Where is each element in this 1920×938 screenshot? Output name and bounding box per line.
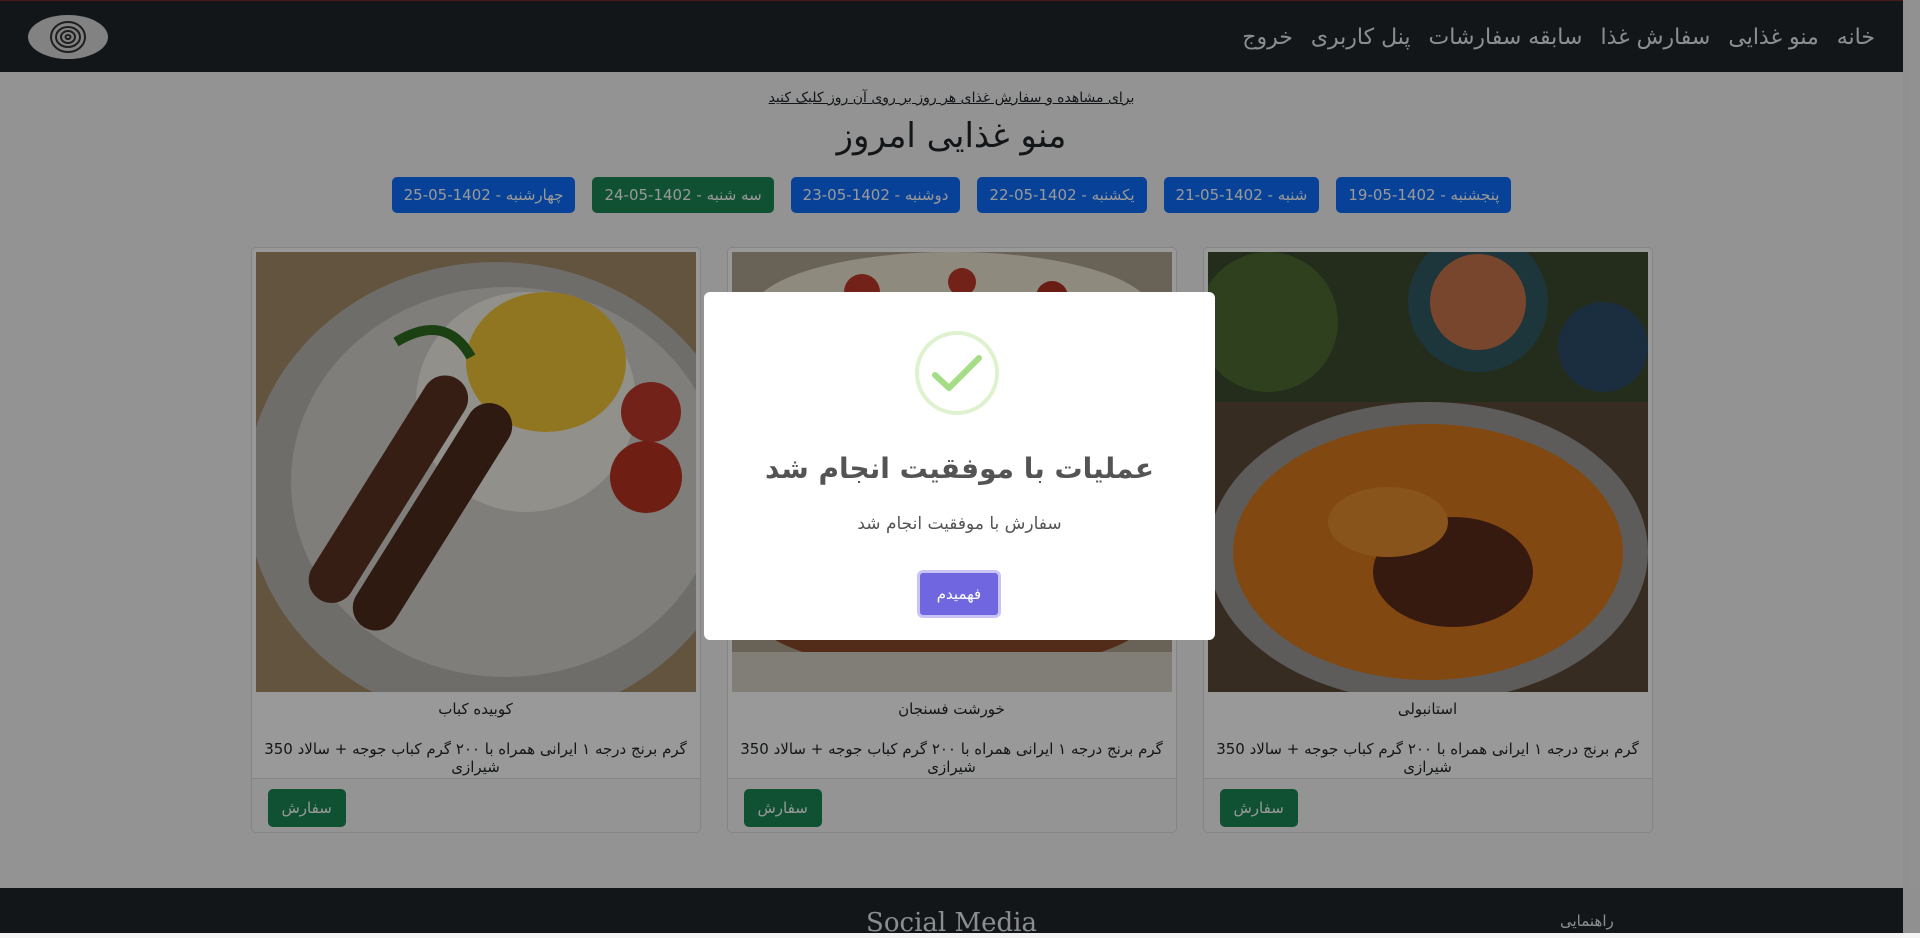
success-check-icon	[915, 331, 999, 415]
confirm-button[interactable]: فهمیدم	[917, 570, 1001, 618]
success-dialog: عملیات با موفقیت انجام شد سفارش با موفقی…	[704, 292, 1215, 640]
dialog-message: سفارش با موفقیت انجام شد	[857, 514, 1062, 534]
dialog-title: عملیات با موفقیت انجام شد	[765, 452, 1154, 485]
